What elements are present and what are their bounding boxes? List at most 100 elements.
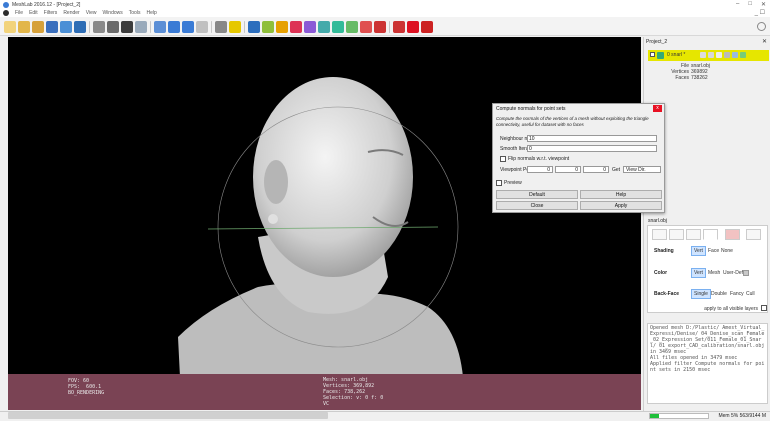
layer-tool-icon[interactable] (700, 52, 706, 58)
wireframe-icon[interactable] (135, 21, 147, 33)
measure-icon[interactable] (262, 21, 274, 33)
log-window: Opened mesh D:/Plastic/ Amest_Virtual_Ex… (647, 323, 768, 404)
layer-tool-icon[interactable] (716, 52, 722, 58)
paint-icon[interactable] (290, 21, 302, 33)
layer-tool-icon[interactable] (732, 52, 738, 58)
layer-row[interactable]: 0 snarl * (648, 50, 769, 61)
color-mesh[interactable]: Mesh (706, 269, 722, 277)
delete-vertices-icon[interactable] (421, 21, 433, 33)
smooth-input[interactable]: 0 (527, 145, 657, 152)
3d-viewport[interactable]: FOV: 60 FPS: 600.1 BO_RENDERING Mesh: sn… (8, 37, 641, 410)
mesh-render[interactable] (8, 37, 641, 410)
smooth-icon[interactable] (182, 21, 194, 33)
snapshot-icon[interactable] (60, 21, 72, 33)
menu-filters[interactable]: Filters (44, 10, 58, 16)
layer-expand-icon[interactable] (650, 52, 655, 57)
viewpoint-x-input[interactable]: 0 (527, 166, 553, 173)
tab-bbox[interactable] (652, 229, 667, 240)
export-mesh-icon[interactable] (46, 21, 58, 33)
menu-windows[interactable]: Windows (102, 10, 122, 16)
back-face-single[interactable]: Single (691, 289, 711, 299)
viewpoint-y-input[interactable]: 0 (555, 166, 581, 173)
mdi-controls[interactable]: _ ☐ (755, 9, 765, 16)
viewpoint-z-input[interactable]: 0 (583, 166, 609, 173)
layer-visibility-icon[interactable] (657, 52, 664, 59)
layer-tool-icon[interactable] (724, 52, 730, 58)
layers-icon[interactable] (93, 21, 105, 33)
apply-button[interactable]: Apply (580, 201, 662, 210)
light-icon[interactable] (215, 21, 227, 33)
earring-shape (268, 214, 278, 224)
memory-status: Mem 5% 563/9144 M (718, 413, 766, 419)
manipulator-icon[interactable] (360, 21, 372, 33)
layer-tool-icon[interactable] (740, 52, 746, 58)
tab-texture[interactable] (725, 229, 740, 240)
minimize-button[interactable]: – (736, 1, 739, 8)
close-button[interactable]: ✕ (761, 1, 766, 8)
default-button[interactable]: Default (496, 190, 578, 199)
delete-faces-icon[interactable] (407, 21, 419, 33)
maximize-button[interactable]: □ (748, 1, 752, 8)
view-dir-dropdown[interactable]: View Dir. (623, 166, 661, 173)
align-icon[interactable] (248, 21, 260, 33)
mdi-window-icon[interactable] (3, 10, 9, 16)
horizontal-scrollbar[interactable] (8, 412, 328, 419)
select-vertices-icon[interactable] (332, 21, 344, 33)
menu-render[interactable]: Render (63, 10, 79, 16)
open-project-icon[interactable] (4, 21, 16, 33)
preview-checkbox[interactable] (496, 180, 502, 186)
info-icon[interactable] (229, 21, 241, 33)
select-icon[interactable] (304, 21, 316, 33)
color-vert[interactable]: Vert (691, 268, 706, 278)
tab-wire[interactable] (686, 229, 701, 240)
render-info: FOV: 60 FPS: 600.1 BO_RENDERING (68, 378, 105, 396)
ear-shape (264, 160, 288, 204)
color-icon[interactable] (276, 21, 288, 33)
apply-all-checkbox[interactable] (761, 305, 767, 311)
panel-close-icon[interactable]: ✕ (762, 38, 767, 45)
preview-label: Preview (504, 180, 522, 186)
tab-points[interactable] (669, 229, 684, 240)
filter-dialog: Compute normals for point sets x Compute… (492, 103, 665, 213)
progress-bar (649, 413, 709, 419)
back-face-cull[interactable]: Cull (744, 290, 757, 298)
dialog-close-button[interactable]: x (653, 105, 662, 112)
progress-fill (650, 414, 659, 418)
texture-icon[interactable] (196, 21, 208, 33)
pick-points-icon[interactable] (318, 21, 330, 33)
shading-vert[interactable]: Vert (691, 246, 706, 256)
help-button[interactable]: Help (580, 190, 662, 199)
menu-file[interactable]: File (15, 10, 23, 16)
shading-label: Shading (654, 248, 674, 254)
window-title: MeshLab 2016.12 - [Project_2] (12, 1, 81, 8)
tab-fill[interactable] (703, 229, 718, 240)
flat-lines-icon[interactable] (154, 21, 166, 33)
dialog-description: Compute the normals of the vertices of a… (496, 116, 649, 127)
menu-tools[interactable]: Tools (129, 10, 141, 16)
flip-checkbox[interactable] (500, 156, 506, 162)
annotation-icon[interactable] (374, 21, 386, 33)
menu-help[interactable]: Help (146, 10, 156, 16)
toolbar-separator (389, 21, 390, 33)
toolbar-extra-icon[interactable] (757, 22, 766, 31)
color-swatch[interactable] (743, 270, 749, 276)
tab-options[interactable] (746, 229, 761, 240)
reload-icon[interactable] (74, 21, 86, 33)
close-dialog-button[interactable]: Close (496, 201, 578, 210)
shading-none[interactable]: None (719, 247, 735, 255)
import-mesh-icon[interactable] (32, 21, 44, 33)
menu-view[interactable]: View (86, 10, 97, 16)
bounding-box-icon[interactable] (107, 21, 119, 33)
layer-name[interactable]: 0 snarl * (667, 52, 685, 58)
flat-icon[interactable] (168, 21, 180, 33)
back-face-double[interactable]: Double (709, 290, 729, 298)
back-face-fancy[interactable]: Fancy (728, 290, 746, 298)
menu-edit[interactable]: Edit (29, 10, 38, 16)
layer-tool-icon[interactable] (708, 52, 714, 58)
color-user-def[interactable]: User-Def (721, 269, 745, 277)
delete-icon[interactable] (393, 21, 405, 33)
neighbour-input[interactable]: 10 (527, 135, 657, 142)
save-project-icon[interactable] (18, 21, 30, 33)
points-icon[interactable] (121, 21, 133, 33)
select-faces-icon[interactable] (346, 21, 358, 33)
